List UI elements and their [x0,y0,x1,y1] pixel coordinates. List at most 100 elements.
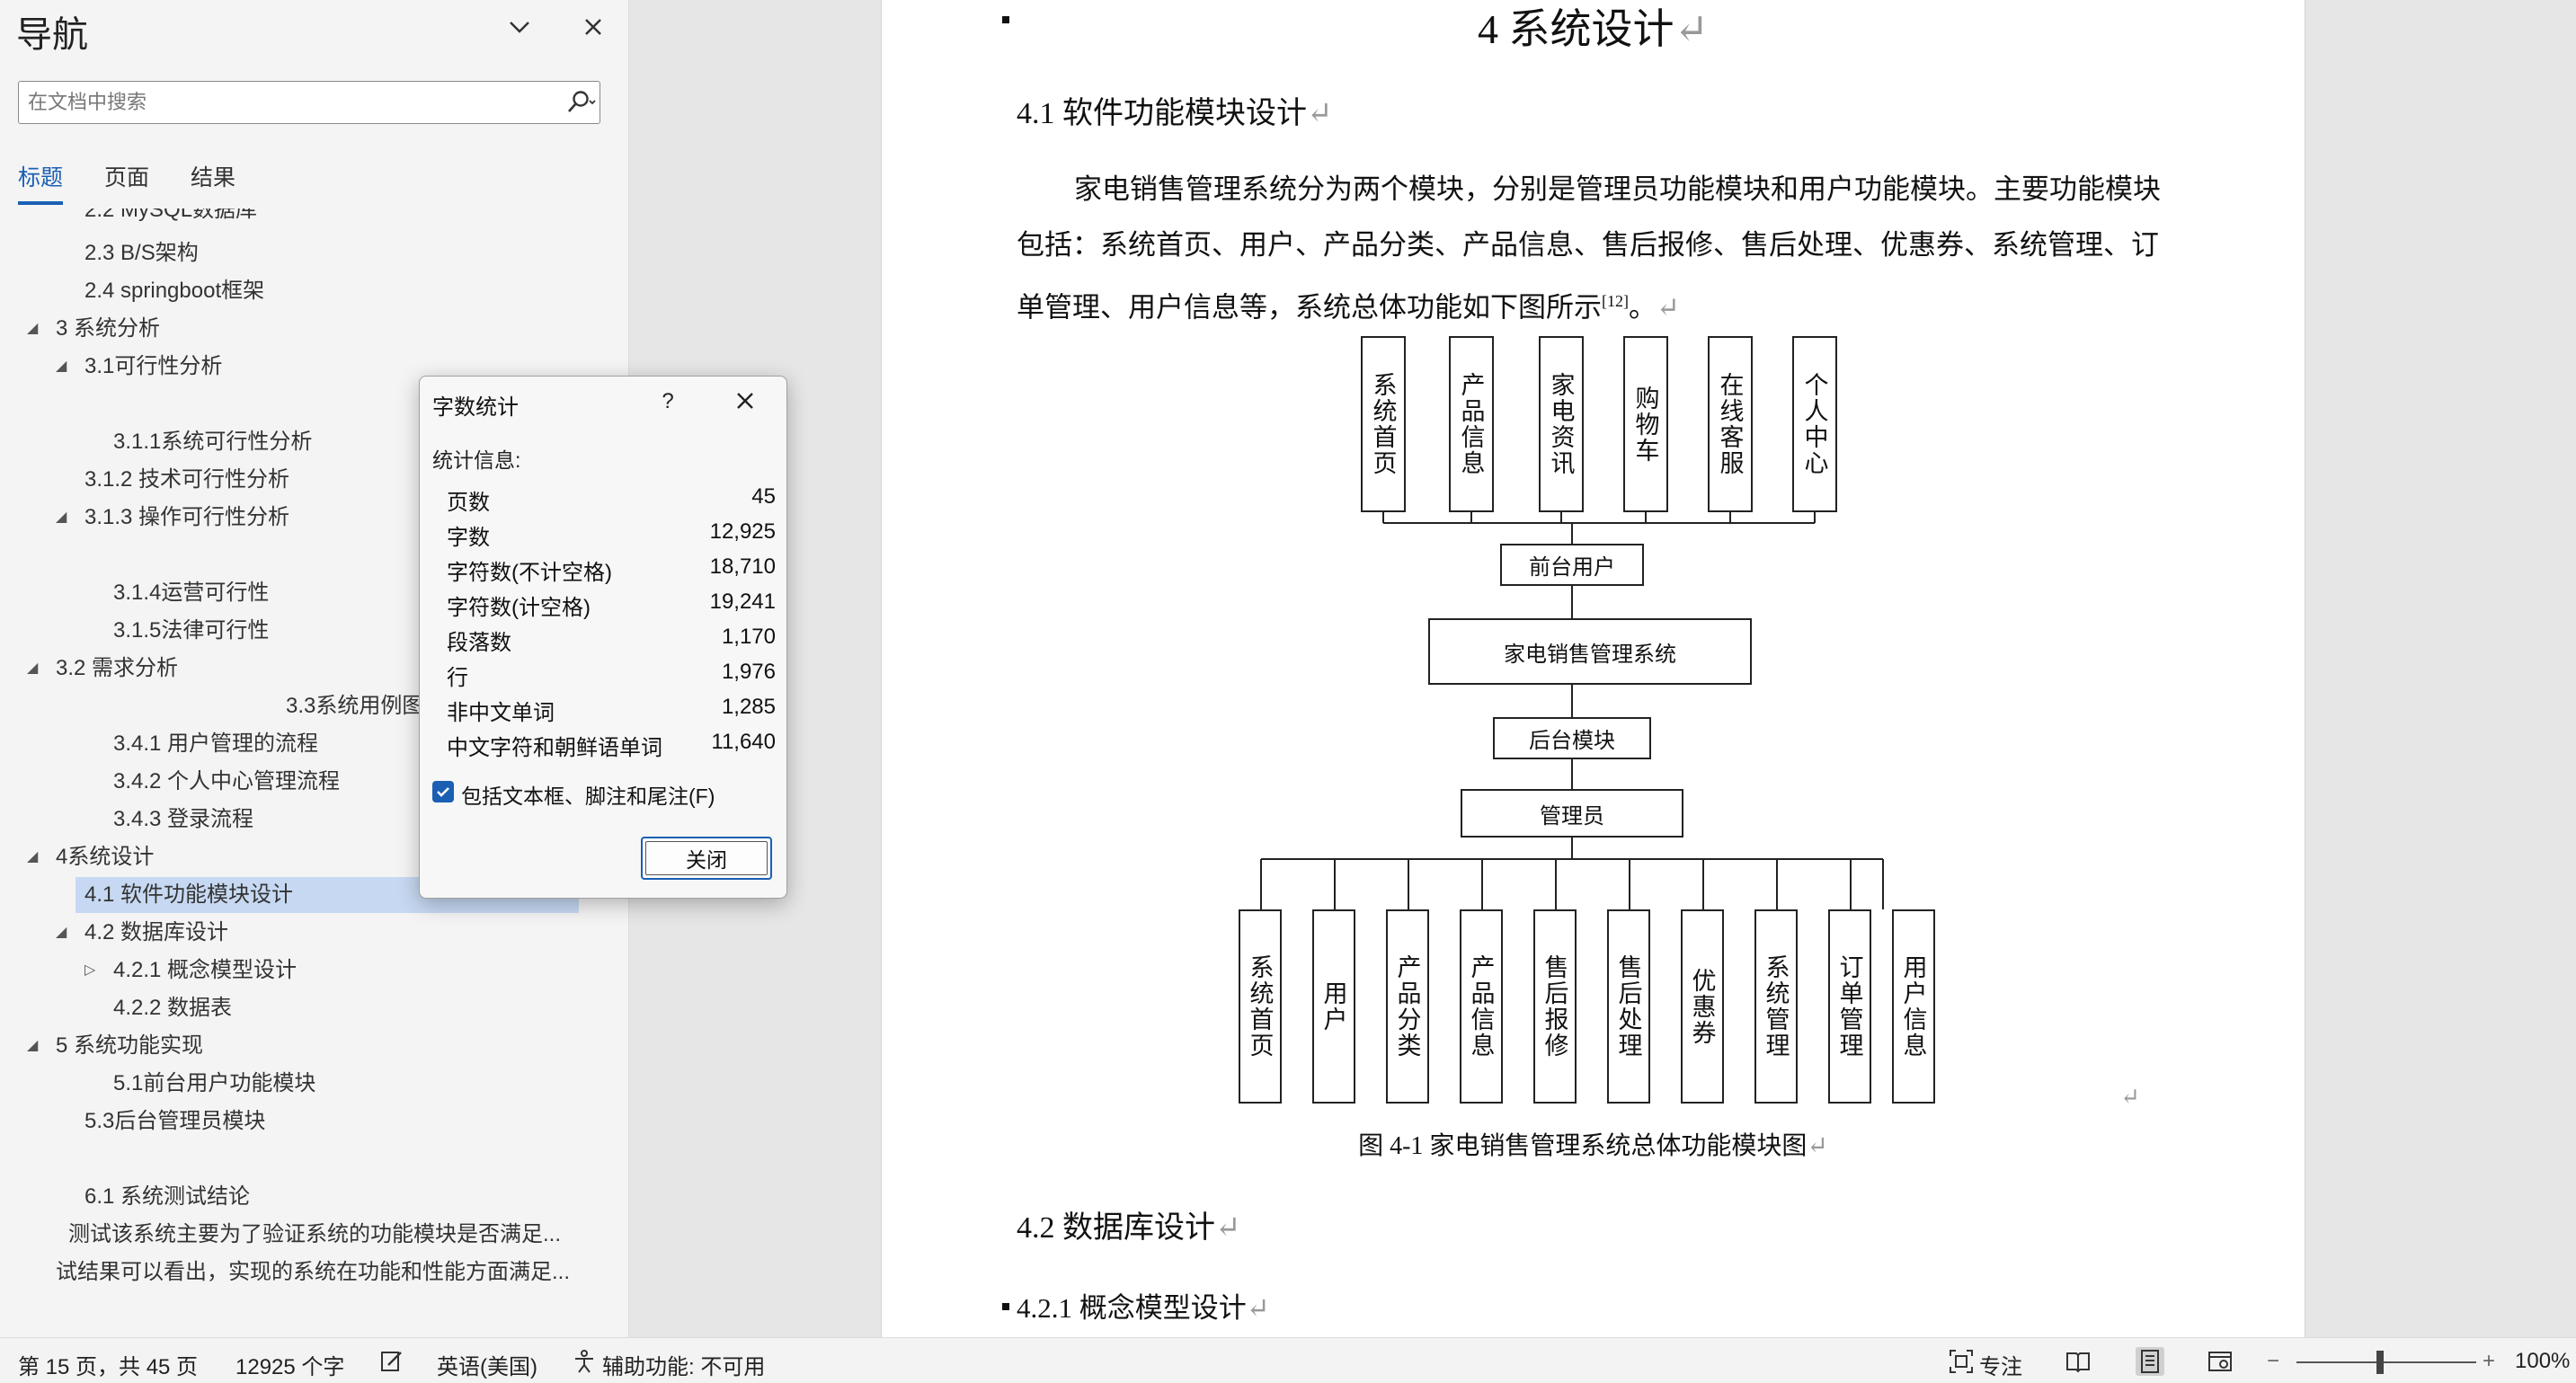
focus-icon[interactable] [1947,1347,1976,1376]
stat-value: 45 [751,484,776,509]
zoom-out-button[interactable]: − [2267,1349,2279,1374]
stat-label: 字符数(不计空格) [447,561,612,585]
module-box: 订单管理 [1828,909,1871,1104]
zoom-in-button[interactable]: + [2483,1349,2495,1374]
search-icon[interactable] [565,89,598,116]
tree-item[interactable]: ◢ 4系统设计 [27,839,154,875]
stats-heading: 统计信息: [432,448,521,472]
checkbox-label[interactable]: 包括文本框、脚注和尾注(F) [461,779,715,810]
tree-item[interactable]: 5.3后台管理员模块 [84,1104,265,1139]
tree-item[interactable]: ◢ 3 系统分析 [27,311,160,347]
proofing-icon[interactable] [378,1347,406,1376]
backend-box: 后台模块 [1493,717,1651,759]
include-textboxes-checkbox[interactable] [432,781,454,802]
zoom-slider-thumb[interactable] [2376,1351,2384,1374]
expand-triangle-icon[interactable]: ▷ [84,953,102,988]
tree-item[interactable]: 3.4.3 登录流程 [113,802,253,838]
stat-label: 字数 [447,526,490,550]
figure-caption: 图 4-1 家电销售管理系统总体功能模块图↵ [1358,1132,1828,1160]
accessibility-icon[interactable] [570,1347,599,1376]
read-mode-icon[interactable] [2064,1347,2092,1376]
collapse-triangle-icon[interactable]: ◢ [56,500,74,536]
zoom-slider[interactable] [2296,1361,2476,1363]
tree-item[interactable]: 3.1.4运营可行性 [113,575,269,611]
document-area: 4 系统设计↵ 4.1 软件功能模块设计↵ 家电销售管理系统分为两个模块，分别是… [629,0,2576,1337]
module-box: 系统首页 [1239,909,1282,1104]
module-box: 购物车 [1623,336,1668,512]
page-indicator[interactable]: 第 15 页，共 45 页 [18,1349,198,1380]
tree-item[interactable]: 2.4 springboot框架 [84,273,264,309]
tree-item[interactable]: 试结果可以看出，实现的系统在功能和性能方面满足... [56,1254,570,1290]
collapse-triangle-icon[interactable]: ◢ [56,349,74,385]
tree-item[interactable]: ◢ 4.2 数据库设计 [56,915,228,951]
module-box: 系统首页 [1361,336,1406,512]
word-window: 导航 标题 页面 结果 2.2 MySQL数据库 2.3 B/S架构 2.4 s… [0,0,2576,1383]
tree-item[interactable]: 6.1 系统测试结论 [84,1179,250,1215]
close-icon[interactable] [727,386,763,418]
module-box: 用户信息 [1892,909,1935,1104]
checkmark-icon [437,787,449,797]
collapse-triangle-icon[interactable]: ◢ [56,915,74,951]
stat-value: 1,976 [721,660,776,684]
collapse-triangle-icon[interactable]: ◢ [27,651,45,687]
stat-label: 中文字符和朝鲜语单词 [447,736,662,760]
word-count-dialog: 字数统计 ? 统计信息: 页数 45 字数 12,925 字符数(不计空格) 1… [419,376,787,899]
stat-label: 行 [447,666,468,690]
web-layout-icon[interactable] [2206,1347,2234,1376]
focus-mode[interactable]: 专注 [1979,1349,2022,1380]
help-button[interactable]: ? [650,386,686,418]
module-box: 系统管理 [1754,909,1798,1104]
zoom-level[interactable]: 100% [2515,1349,2570,1374]
tree-item[interactable]: ◢ 3.1.3 操作可行性分析 [56,500,289,536]
tab-pages[interactable]: 页面 [104,160,149,192]
collapse-triangle-icon[interactable]: ◢ [27,839,45,875]
tree-item[interactable]: 2.3 B/S架构 [84,235,199,271]
system-box: 家电销售管理系统 [1428,618,1752,685]
tab-headings[interactable]: 标题 [18,160,63,192]
stat-value: 18,710 [709,554,776,579]
tree-item[interactable]: ◢ 3.1可行性分析 [56,349,222,385]
module-box: 售后报修 [1533,909,1577,1104]
tree-item[interactable]: 3.1.1系统可行性分析 [113,424,312,460]
tree-item[interactable]: 2.2 MySQL数据库 [84,208,257,228]
tree-item[interactable]: 4.2.2 数据表 [113,990,232,1026]
word-count[interactable]: 12925 个字 [235,1349,344,1380]
chevron-down-icon[interactable] [503,11,536,43]
tab-results[interactable]: 结果 [191,160,235,192]
close-button[interactable]: 关闭 [641,837,772,880]
search-input[interactable] [28,87,549,118]
front-user-box: 前台用户 [1500,544,1644,586]
module-box: 在线客服 [1708,336,1753,512]
tree-item[interactable]: ◢ 5 系统功能实现 [27,1028,203,1064]
collapse-triangle-icon[interactable]: ◢ [27,311,45,347]
print-layout-icon[interactable] [2136,1347,2164,1376]
chapter-heading: 4 系统设计↵ [1477,6,1710,52]
tree-item[interactable]: 3.4.1 用户管理的流程 [113,726,318,762]
tree-item[interactable]: 测试该系统主要为了验证系统的功能模块是否满足... [68,1217,561,1253]
accessibility-status[interactable]: 辅助功能: 不可用 [602,1349,765,1380]
stat-label: 段落数 [447,631,511,655]
document-page[interactable]: 4 系统设计↵ 4.1 软件功能模块设计↵ 家电销售管理系统分为两个模块，分别是… [881,0,2305,1337]
language-indicator[interactable]: 英语(美国) [437,1349,537,1380]
tree-item[interactable]: 3.1.2 技术可行性分析 [84,462,289,498]
search-box [18,81,600,124]
nav-title: 导航 [16,15,88,55]
tree-item[interactable]: 3.1.5法律可行性 [113,613,269,649]
stat-value: 1,285 [721,695,776,719]
module-box: 用户 [1312,909,1355,1104]
stat-label: 字符数(计空格) [447,596,591,620]
tree-item[interactable]: 3.3系统用例图 [286,688,423,724]
section-heading-4-2: 4.2 数据库设计↵ [1017,1211,1241,1245]
dialog-title: 字数统计 [432,395,519,420]
module-box: 优惠券 [1681,909,1724,1104]
module-box: 产品分类 [1386,909,1429,1104]
tree-item[interactable]: 3.4.2 个人中心管理流程 [113,764,340,800]
section-heading-4-1: 4.1 软件功能模块设计↵ [1017,97,1333,130]
tree-item[interactable]: ◢ 3.2 需求分析 [27,651,178,687]
citation-ref: [12] [1602,292,1629,310]
tree-item[interactable]: 5.1前台用户功能模块 [113,1066,315,1102]
tree-item[interactable]: ▷ 4.2.1 概念模型设计 [84,953,297,988]
stat-value: 19,241 [709,590,776,614]
close-icon[interactable] [577,11,609,43]
collapse-triangle-icon[interactable]: ◢ [27,1028,45,1064]
